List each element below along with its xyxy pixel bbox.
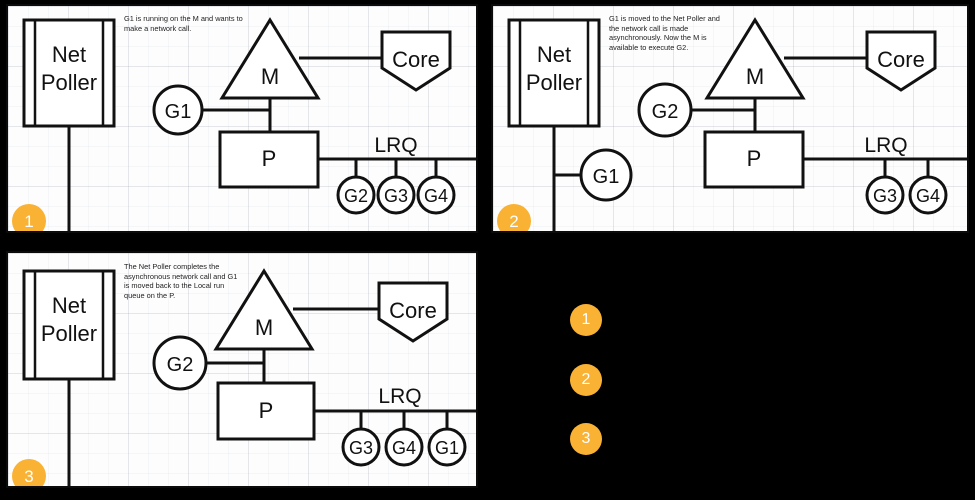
processor-label: P: [747, 146, 762, 171]
panel-1-diagram: Net Poller M Core G1 P LRQ G2 G3 G4: [22, 17, 476, 231]
panel-caption: The Net Poller completes the asynchronou…: [124, 262, 238, 300]
net-poller-label-line1: Net: [52, 42, 86, 67]
running-goroutine-label: G2: [652, 101, 679, 123]
core-label: Core: [389, 298, 437, 323]
net-poller-label-line1: Net: [537, 42, 571, 67]
core-label: Core: [877, 47, 925, 72]
lrq-goroutine-label-1: G4: [916, 186, 940, 206]
diagram-panel-2: Net Poller G1 M Core G2 P LRQ G3 G4 G1 i…: [491, 4, 969, 233]
net-poller-goroutine-label: G1: [593, 166, 620, 188]
lrq-goroutine-label-1: G3: [384, 186, 408, 206]
legend-step-badge-3[interactable]: 3: [570, 423, 602, 455]
lrq-label: LRQ: [374, 134, 417, 157]
machine-label: M: [261, 64, 279, 89]
legend-column: 1 2 3: [490, 251, 975, 500]
lrq-label: LRQ: [864, 134, 907, 157]
running-goroutine-label: G2: [167, 354, 194, 376]
core-label: Core: [392, 47, 440, 72]
machine-label: M: [746, 64, 764, 89]
processor-label: P: [262, 146, 277, 171]
panel-step-badge: 2: [497, 204, 531, 231]
diagram-panel-3: Net Poller M Core G2 P LRQ G3 G4 G1 The …: [6, 251, 478, 488]
lrq-goroutine-label-0: G3: [349, 438, 373, 458]
panel-caption: G1 is running on the M and wants to make…: [124, 14, 243, 33]
panel-2-diagram: Net Poller G1 M Core G2 P LRQ G3 G4: [507, 17, 967, 231]
screenshot-root: Net Poller M Core G1 P LRQ G2 G3 G4 G1 i…: [0, 0, 975, 500]
lrq-goroutine-label-0: G3: [873, 186, 897, 206]
panel-step-badge: 1: [12, 204, 46, 231]
running-goroutine-label: G1: [165, 101, 192, 123]
net-poller-label-line2: Poller: [41, 321, 97, 346]
machine-label: M: [255, 315, 273, 340]
lrq-goroutine-label-0: G2: [344, 186, 368, 206]
net-poller-label-line2: Poller: [41, 70, 97, 95]
net-poller-label-line2: Poller: [526, 70, 582, 95]
legend-step-badge-1[interactable]: 1: [570, 304, 602, 336]
diagram-panel-1: Net Poller M Core G1 P LRQ G2 G3 G4 G1 i…: [6, 4, 478, 233]
panel-step-badge: 3: [12, 459, 46, 486]
legend-step-badge-2[interactable]: 2: [570, 364, 602, 396]
panel-caption: G1 is moved to the Net Poller and the ne…: [609, 14, 720, 52]
lrq-label: LRQ: [378, 385, 421, 408]
processor-label: P: [259, 398, 274, 423]
lrq-goroutine-label-2: G4: [424, 186, 448, 206]
lrq-goroutine-label-2: G1: [435, 438, 459, 458]
net-poller-label-line1: Net: [52, 293, 86, 318]
lrq-goroutine-label-1: G4: [392, 438, 416, 458]
